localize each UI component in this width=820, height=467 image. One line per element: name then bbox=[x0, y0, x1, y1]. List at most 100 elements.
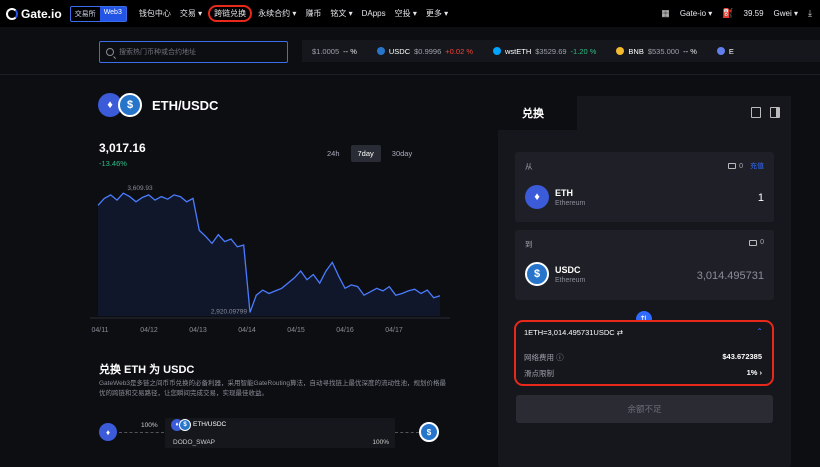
chevron-up-icon[interactable]: ⌃ bbox=[756, 327, 763, 336]
deposit-link[interactable]: 充值 bbox=[750, 161, 764, 171]
search-input[interactable]: 搜索热门币种或合约地址 bbox=[99, 41, 288, 63]
range-30day[interactable]: 30day bbox=[385, 145, 419, 162]
account-selector[interactable]: Gate-io ▾ bbox=[680, 9, 712, 18]
from-balance: 0 充值 bbox=[728, 161, 764, 171]
fee-row: 网络费用 ⓘ $43.672385 bbox=[524, 352, 762, 363]
ticker-item[interactable]: wstETH $3529.69 -1.20 % bbox=[493, 47, 596, 56]
ticker-price: $1.0005 bbox=[312, 46, 340, 56]
chart-x-tick-label: 04/15 bbox=[287, 327, 305, 334]
chart-high-label: 3,609.93 bbox=[127, 185, 153, 192]
pair-title: ETH/USDC bbox=[152, 97, 219, 113]
from-token-selector[interactable]: ♦ ETH Ethereum bbox=[525, 185, 585, 209]
slippage-value: 1% › bbox=[746, 368, 762, 377]
chart-x-tick-label: 04/13 bbox=[189, 327, 207, 334]
ticker-symbol: USDC bbox=[388, 46, 411, 56]
submit-button[interactable]: 余额不足 bbox=[516, 395, 773, 423]
to-balance: 0 bbox=[749, 239, 764, 246]
route-pct-left: 100% bbox=[141, 422, 158, 429]
exchange-rate[interactable]: 1ETH=3,014.495731USDC ⇄ bbox=[524, 328, 623, 337]
from-label: 从 bbox=[525, 162, 533, 171]
to-card: 到 0 $ USDC Ethereum 3,014.495731 bbox=[515, 230, 774, 300]
menu-more[interactable]: 更多 ▾ bbox=[426, 8, 448, 19]
route-diagram: ♦ 100% ♦ $ ETH/USDC DODO_SWAP 100% $ bbox=[99, 418, 444, 452]
ticker-item[interactable]: USDC $0.9996 +0.02 % bbox=[376, 46, 473, 56]
eth-coin-icon: ♦ bbox=[99, 423, 117, 441]
from-amount-input[interactable]: 1 bbox=[758, 192, 764, 204]
eth-coin-icon bbox=[716, 47, 725, 55]
gas-value[interactable]: 39.59 bbox=[744, 9, 764, 18]
usdc-coin-icon: $ bbox=[419, 422, 439, 442]
route-pct-right: 100% bbox=[372, 439, 389, 446]
price-chart[interactable]: 04/11 04/12 04/13 04/14 04/15 04/16 04/17 3,609… bbox=[90, 178, 450, 338]
top-nav: Gate.io 交易所 Web3 钱包中心 交易 ▾ 跨链兑换 永续合约 ▾ 赚… bbox=[0, 0, 820, 27]
route-pair: ETH/USDC bbox=[193, 421, 227, 428]
menu-earn[interactable]: 赚币 bbox=[305, 8, 321, 19]
to-token: USDC bbox=[555, 264, 581, 275]
ticker-price: $0.9996 bbox=[414, 46, 442, 56]
price-ticker: $1.0005 -- % USDC $0.9996 +0.02 % wstETH… bbox=[302, 40, 820, 62]
chart-x-tick-label: 04/14 bbox=[238, 327, 256, 334]
swap-description: GateWeb3是多链之间币币兑换的必备利器，采用智能GateRouting算法… bbox=[99, 380, 446, 397]
wallet-icon bbox=[728, 163, 737, 169]
swap-panel: 兑换 从 0 充值 ♦ ETH Ethereum 1 ⇅ 到 0 $ USDC … bbox=[498, 96, 791, 467]
gas-pump-icon: ⛽ bbox=[722, 8, 734, 18]
menu-wallet[interactable]: 钱包中心 bbox=[139, 8, 171, 19]
menu-airdrop[interactable]: 空投 ▾ bbox=[395, 8, 417, 19]
pair-price: 3,017.16 bbox=[99, 141, 146, 155]
to-amount: 3,014.495731 bbox=[696, 270, 764, 282]
range-7day[interactable]: 7day bbox=[350, 145, 381, 162]
ticker-change: -1.20 % bbox=[570, 46, 597, 56]
brand-logo[interactable]: Gate.io bbox=[6, 7, 62, 21]
mode-exchange[interactable]: 交易所 bbox=[71, 7, 100, 21]
ticker-item[interactable]: BNB $535.000 -- % bbox=[616, 46, 697, 56]
usdc-coin-icon bbox=[376, 47, 385, 55]
from-balance-value: 0 bbox=[739, 162, 743, 170]
menu-cross-chain-swap[interactable]: 跨链兑换 bbox=[208, 5, 253, 22]
tab-swap[interactable]: 兑换 bbox=[498, 96, 577, 130]
qr-grid-icon[interactable]: ▦ bbox=[661, 8, 670, 19]
ticker-item[interactable]: $1.0005 -- % bbox=[312, 47, 357, 56]
ticker-item[interactable]: E bbox=[716, 47, 734, 56]
chart-x-tick-label: 04/16 bbox=[336, 327, 354, 334]
chart-x-tick-label: 04/17 bbox=[385, 327, 403, 334]
to-label: 到 bbox=[525, 240, 533, 249]
layout-toggle-icon[interactable] bbox=[770, 107, 780, 118]
fee-value: $43.672385 bbox=[722, 352, 762, 361]
mode-web3[interactable]: Web3 bbox=[99, 6, 126, 21]
range-24h[interactable]: 24h bbox=[320, 145, 347, 162]
route-line bbox=[119, 432, 164, 433]
history-icon[interactable] bbox=[751, 107, 761, 118]
nav-right: ▦ Gate-io ▾ ⛽ 39.59 Gwei ▾ ⤓ bbox=[661, 0, 812, 27]
menu-trade[interactable]: 交易 ▾ bbox=[180, 8, 202, 19]
ticker-price: $3529.69 bbox=[535, 46, 567, 56]
menu-perpetual[interactable]: 永续合约 ▾ bbox=[258, 8, 296, 19]
chart-x-tick-label: 04/12 bbox=[140, 327, 158, 334]
ticker-price: $535.000 bbox=[647, 46, 680, 56]
chart-low-label: 2,920.09799 bbox=[211, 308, 248, 315]
gas-unit-selector[interactable]: Gwei ▾ bbox=[774, 9, 798, 18]
usdc-coin-icon: $ bbox=[179, 419, 191, 431]
main-menu: 钱包中心 交易 ▾ 跨链兑换 永续合约 ▾ 赚币 铭文 ▾ DApps 空投 ▾… bbox=[139, 5, 448, 22]
menu-inscription[interactable]: 铭文 ▾ bbox=[330, 8, 352, 19]
from-token: ETH bbox=[555, 187, 573, 198]
swap-section-title: 兑换 ETH 为 USDC bbox=[99, 364, 195, 376]
ticker-change: +0.02 % bbox=[445, 46, 473, 56]
slippage-label: 滑点限制 bbox=[524, 369, 554, 378]
route-box: ♦ $ ETH/USDC DODO_SWAP 100% bbox=[165, 418, 395, 448]
search-placeholder: 搜索热门币种或合约地址 bbox=[119, 49, 196, 56]
bnb-coin-icon bbox=[616, 47, 625, 55]
to-token-selector[interactable]: $ USDC Ethereum bbox=[525, 262, 585, 286]
download-icon[interactable]: ⤓ bbox=[808, 8, 812, 19]
wsteth-coin-icon bbox=[493, 47, 501, 55]
pair-header: ♦ $ ETH/USDC bbox=[98, 93, 218, 117]
fee-label: 网络费用 ⓘ bbox=[524, 353, 564, 362]
quote-details: 1ETH=3,014.495731USDC ⇄ ⌃ 网络费用 ⓘ $43.672… bbox=[514, 320, 774, 386]
ticker-symbol: wstETH bbox=[505, 46, 532, 56]
menu-dapps[interactable]: DApps bbox=[362, 9, 386, 18]
slippage-row[interactable]: 滑点限制 1% › bbox=[524, 368, 762, 379]
pair-change: -13.46% bbox=[99, 159, 127, 168]
chart-area bbox=[98, 193, 440, 316]
chart-x-tick-label: 04/11 bbox=[92, 327, 109, 334]
route-dex: DODO_SWAP bbox=[173, 439, 216, 446]
panel-tabbar: 兑换 bbox=[498, 96, 791, 130]
